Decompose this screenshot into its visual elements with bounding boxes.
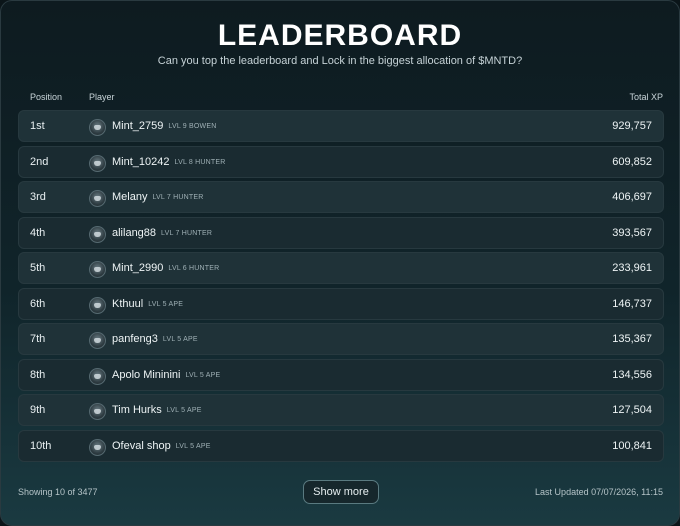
row-position: 5th (30, 262, 46, 274)
table-row[interactable]: 8th Apolo Mininini LVL 5 APE 134,556 (18, 358, 664, 391)
page-subtitle: Can you top the leaderboard and Lock in … (157, 55, 523, 67)
player-avatar-icon (89, 261, 106, 278)
row-total-xp: 406,697 (612, 191, 652, 203)
player-avatar-icon (89, 154, 106, 172)
row-total-xp: 135,367 (612, 333, 652, 345)
table-header: Position Player Total XP (1, 92, 679, 104)
player-name: Mint_10242 LVL 8 HUNTER (112, 155, 226, 168)
player-name: Mint_2759 LVL 9 BOWEN (112, 120, 217, 132)
column-header-total-xp: Total XP (629, 92, 663, 102)
showing-count: Showing 10 of 3477 (18, 487, 98, 497)
row-position: 1st (30, 120, 45, 132)
player-level: LVL 8 HUNTER (174, 158, 226, 166)
player-avatar-icon (89, 332, 106, 349)
row-total-xp: 134,556 (612, 368, 652, 381)
player-name: alilang88 LVL 7 HUNTER (112, 226, 213, 239)
player-name: Tim Hurks LVL 5 APE (112, 404, 202, 416)
player-avatar-icon (89, 367, 106, 385)
player-level: LVL 9 BOWEN (168, 123, 217, 130)
row-position: 6th (30, 297, 46, 310)
player-name: Melany LVL 7 HUNTER (112, 191, 204, 203)
row-position: 3rd (30, 191, 46, 203)
table-row[interactable]: 6th Kthuul LVL 5 APE 146,737 (18, 287, 664, 320)
row-total-xp: 233,961 (612, 262, 652, 274)
player-name: Kthuul LVL 5 APE (112, 297, 184, 310)
row-total-xp: 393,567 (612, 226, 652, 239)
row-total-xp: 609,852 (612, 155, 652, 168)
player-level: LVL 5 APE (185, 371, 221, 379)
player-level: LVL 5 APE (148, 300, 184, 308)
table-row[interactable]: 3rd Melany LVL 7 HUNTER 406,697 (18, 181, 664, 213)
column-header-player: Player (89, 92, 115, 102)
player-name: Apolo Mininini LVL 5 APE (112, 368, 221, 381)
leaderboard-panel: LEADERBOARD Can you top the leaderboard … (0, 0, 680, 526)
table-row[interactable]: 2nd Mint_10242 LVL 8 HUNTER 609,852 (18, 145, 664, 178)
row-total-xp: 146,737 (612, 297, 652, 310)
player-name: Ofeval shop LVL 5 APE (112, 439, 211, 452)
table-row[interactable]: 5th Mint_2990 LVL 6 HUNTER 233,961 (18, 252, 664, 284)
page-title: LEADERBOARD (217, 19, 463, 52)
last-updated: Last Updated 07/07/2026, 11:15 (535, 487, 663, 497)
player-avatar-icon (89, 119, 106, 136)
player-level: LVL 7 HUNTER (161, 229, 213, 237)
row-total-xp: 127,504 (612, 404, 652, 416)
row-position: 2nd (30, 155, 49, 168)
row-position: 10th (30, 439, 52, 452)
player-name: Mint_2990 LVL 6 HUNTER (112, 262, 220, 274)
player-avatar-icon (89, 438, 106, 456)
player-level: LVL 6 HUNTER (168, 265, 220, 272)
player-level: LVL 5 APE (162, 336, 198, 343)
player-level: LVL 5 APE (175, 442, 211, 450)
row-position: 4th (30, 226, 46, 239)
row-position: 8th (30, 368, 46, 381)
table-row[interactable]: 10th Ofeval shop LVL 5 APE 100,841 (18, 429, 664, 462)
row-position: 9th (30, 404, 46, 416)
player-avatar-icon (89, 403, 106, 420)
player-avatar-icon (89, 225, 106, 243)
player-level: LVL 7 HUNTER (152, 194, 204, 201)
player-level: LVL 5 APE (166, 407, 202, 414)
row-total-xp: 929,757 (612, 120, 652, 132)
table-row[interactable]: 1st Mint_2759 LVL 9 BOWEN 929,757 (18, 110, 664, 142)
table-row[interactable]: 4th alilang88 LVL 7 HUNTER 393,567 (18, 216, 664, 249)
player-avatar-icon (89, 296, 106, 314)
player-name: panfeng3 LVL 5 APE (112, 333, 198, 345)
table-row[interactable]: 7th panfeng3 LVL 5 APE 135,367 (18, 323, 664, 355)
column-header-position: Position (30, 92, 63, 102)
leaderboard-rows: 1st Mint_2759 LVL 9 BOWEN 929,757 2nd Min… (18, 110, 664, 465)
player-avatar-icon (89, 190, 106, 207)
row-total-xp: 100,841 (612, 439, 652, 452)
row-position: 7th (30, 333, 46, 345)
show-more-button[interactable]: Show more (303, 480, 379, 504)
table-row[interactable]: 9th Tim Hurks LVL 5 APE 127,504 (18, 394, 664, 426)
